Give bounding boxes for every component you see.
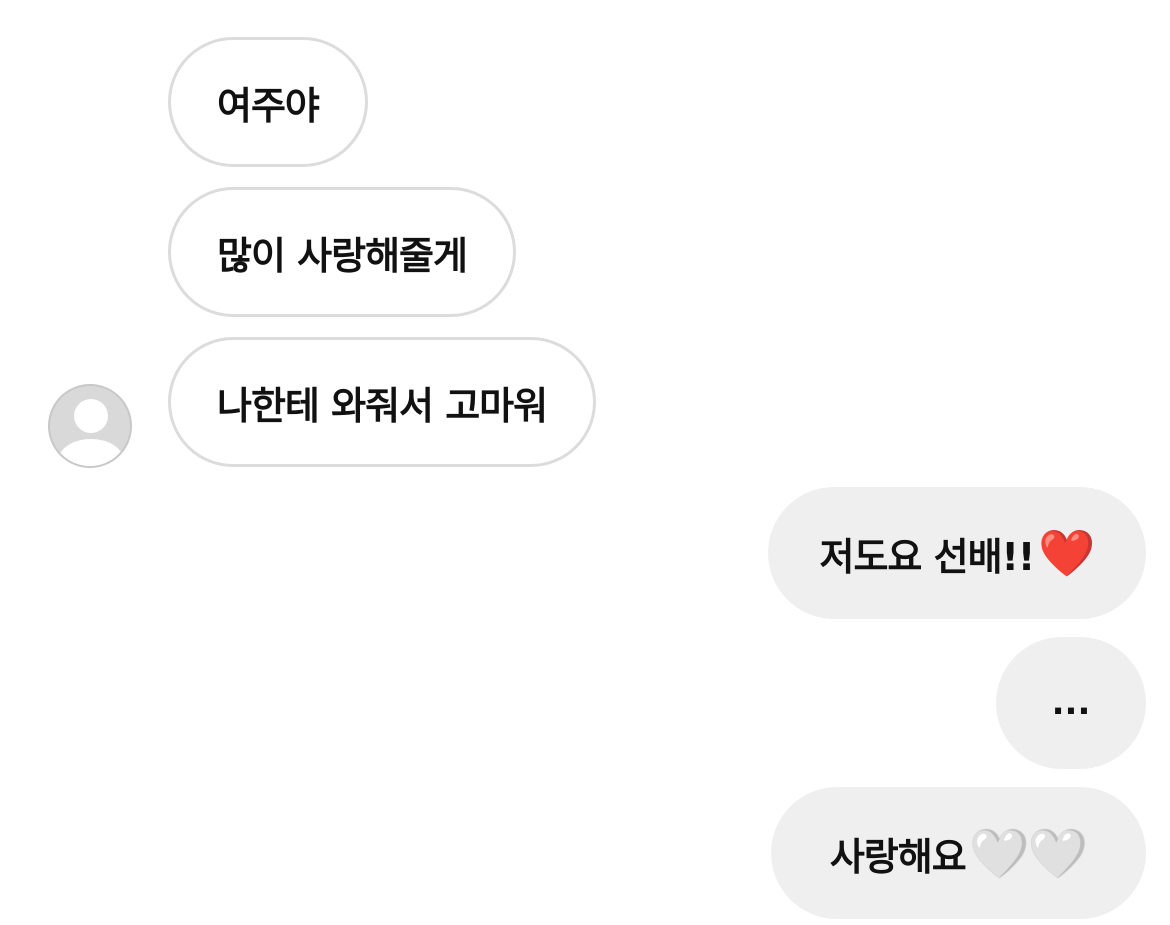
message-text: 나한테 와줘서 고마워: [217, 383, 548, 428]
message-text: 많이 사랑해줄게: [217, 233, 468, 278]
sender-avatar[interactable]: [48, 384, 132, 468]
message-bubble-received[interactable]: 많이 사랑해줄게: [168, 187, 516, 317]
message-text: 사랑해요: [829, 834, 967, 879]
message-bubble-received[interactable]: 여주야: [168, 37, 368, 167]
white-heart-icon: 🤍🤍: [969, 825, 1089, 882]
message-text: 저도요 선배!!: [819, 534, 1036, 579]
message-bubble-received[interactable]: 나한테 와줘서 고마워: [168, 337, 597, 467]
red-heart-icon: ❤️: [1038, 525, 1095, 580]
message-text: 여주야: [217, 83, 320, 128]
message-bubble-sent[interactable]: 저도요 선배!! ❤️: [768, 487, 1146, 619]
message-text: ...: [1051, 683, 1091, 723]
message-bubble-sent[interactable]: 사랑해요 🤍🤍: [771, 787, 1146, 919]
message-bubble-sent[interactable]: ...: [996, 637, 1146, 769]
